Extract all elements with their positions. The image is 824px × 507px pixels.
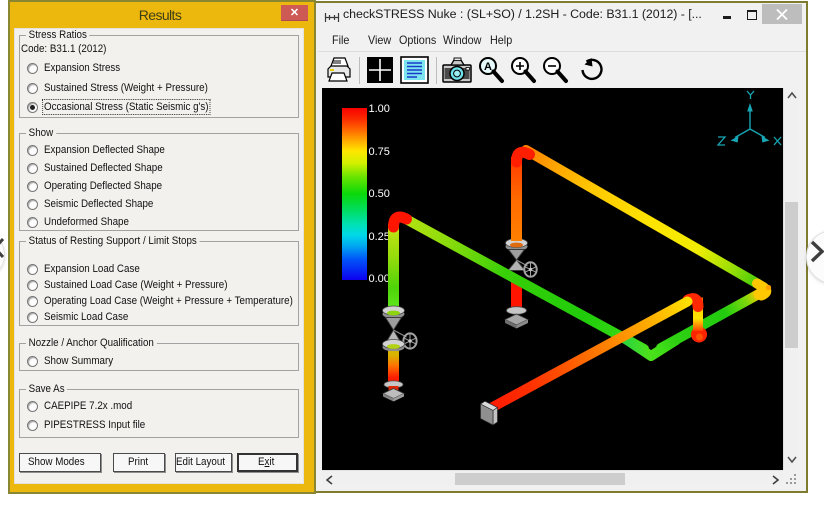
svg-text:0.25: 0.25: [369, 231, 390, 243]
svg-text:1.00: 1.00: [369, 103, 390, 115]
svg-text:A: A: [484, 61, 492, 73]
svg-text:0.00: 0.00: [369, 273, 390, 285]
svg-text:0.50: 0.50: [369, 188, 390, 200]
svg-text:0.75: 0.75: [369, 146, 390, 158]
